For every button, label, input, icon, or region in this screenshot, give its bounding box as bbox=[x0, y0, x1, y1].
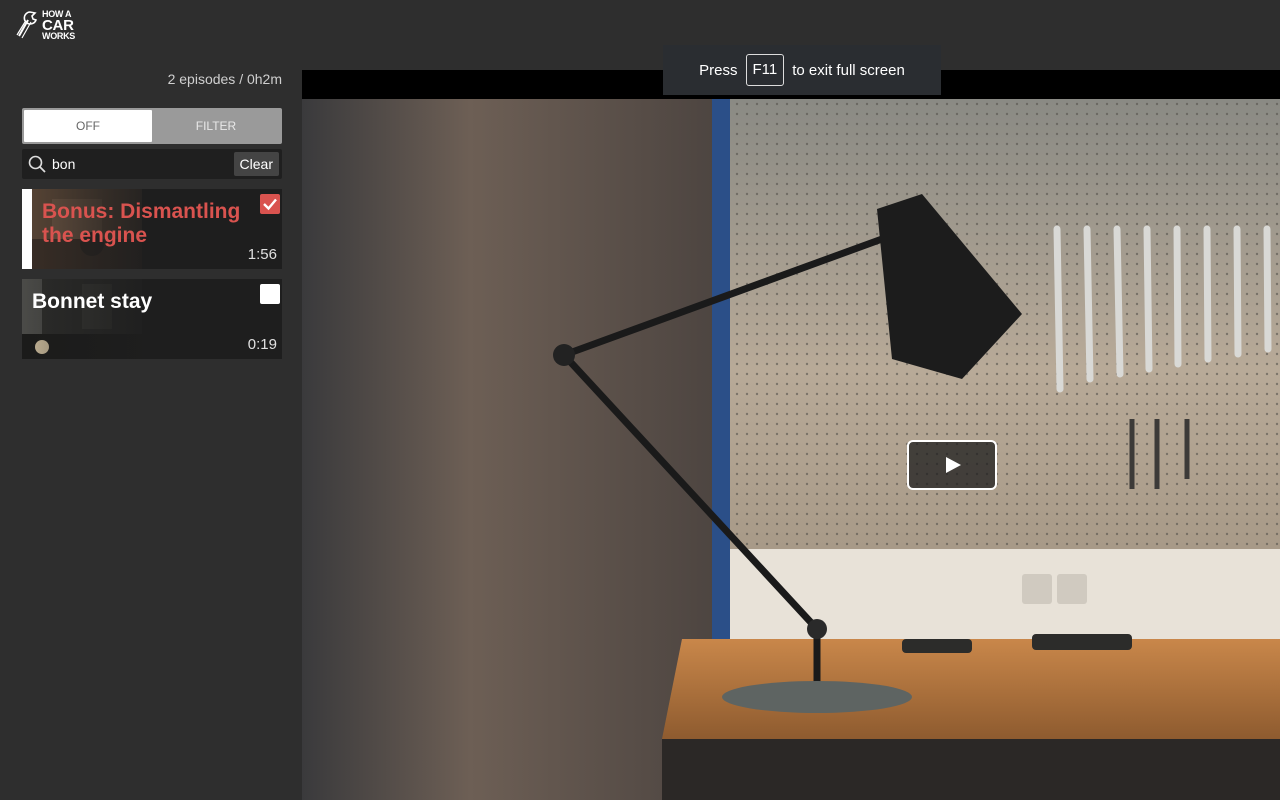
watched-checkbox[interactable] bbox=[260, 284, 280, 304]
logo-wordmark: HOW A CAR WORKS bbox=[42, 10, 75, 41]
search-input[interactable] bbox=[52, 149, 248, 179]
search-box: Clear bbox=[22, 149, 282, 179]
episode-title: Bonnet stay bbox=[32, 290, 153, 313]
toggle-off-option[interactable]: OFF bbox=[24, 110, 152, 142]
fullscreen-notice-suffix: to exit full screen bbox=[792, 61, 905, 79]
search-icon bbox=[28, 155, 46, 173]
episode-title: Bonus: Dismantling the engine bbox=[42, 200, 241, 247]
video-frame bbox=[302, 99, 1280, 800]
episode-card-bonus-dismantling[interactable]: Bonus: Dismantling the engine 1:56 bbox=[22, 189, 282, 269]
episode-duration: 1:56 bbox=[247, 246, 277, 263]
wrench-icon bbox=[16, 11, 38, 39]
play-icon bbox=[946, 457, 961, 473]
logo-line3: WORKS bbox=[42, 31, 75, 41]
filter-toggle[interactable]: OFF FILTER bbox=[22, 108, 282, 144]
how-a-car-works-logo[interactable]: HOW A CAR WORKS bbox=[16, 10, 80, 44]
watched-checkbox[interactable] bbox=[260, 194, 280, 214]
active-indicator bbox=[22, 189, 32, 269]
play-button[interactable] bbox=[907, 440, 997, 490]
video-player[interactable] bbox=[302, 70, 1280, 800]
f11-key-label: F11 bbox=[745, 54, 785, 86]
fullscreen-notice-prefix: Press bbox=[699, 61, 738, 79]
checkmark-icon bbox=[263, 198, 277, 211]
episode-count: 2 episodes / 0h2m bbox=[167, 71, 282, 87]
clear-button[interactable]: Clear bbox=[233, 152, 279, 176]
episode-card-bonnet-stay[interactable]: Bonnet stay 0:19 bbox=[22, 279, 282, 359]
episode-duration: 0:19 bbox=[247, 336, 277, 353]
toggle-filter-option[interactable]: FILTER bbox=[152, 110, 280, 142]
fullscreen-notice: Press F11 to exit full screen bbox=[663, 45, 941, 95]
